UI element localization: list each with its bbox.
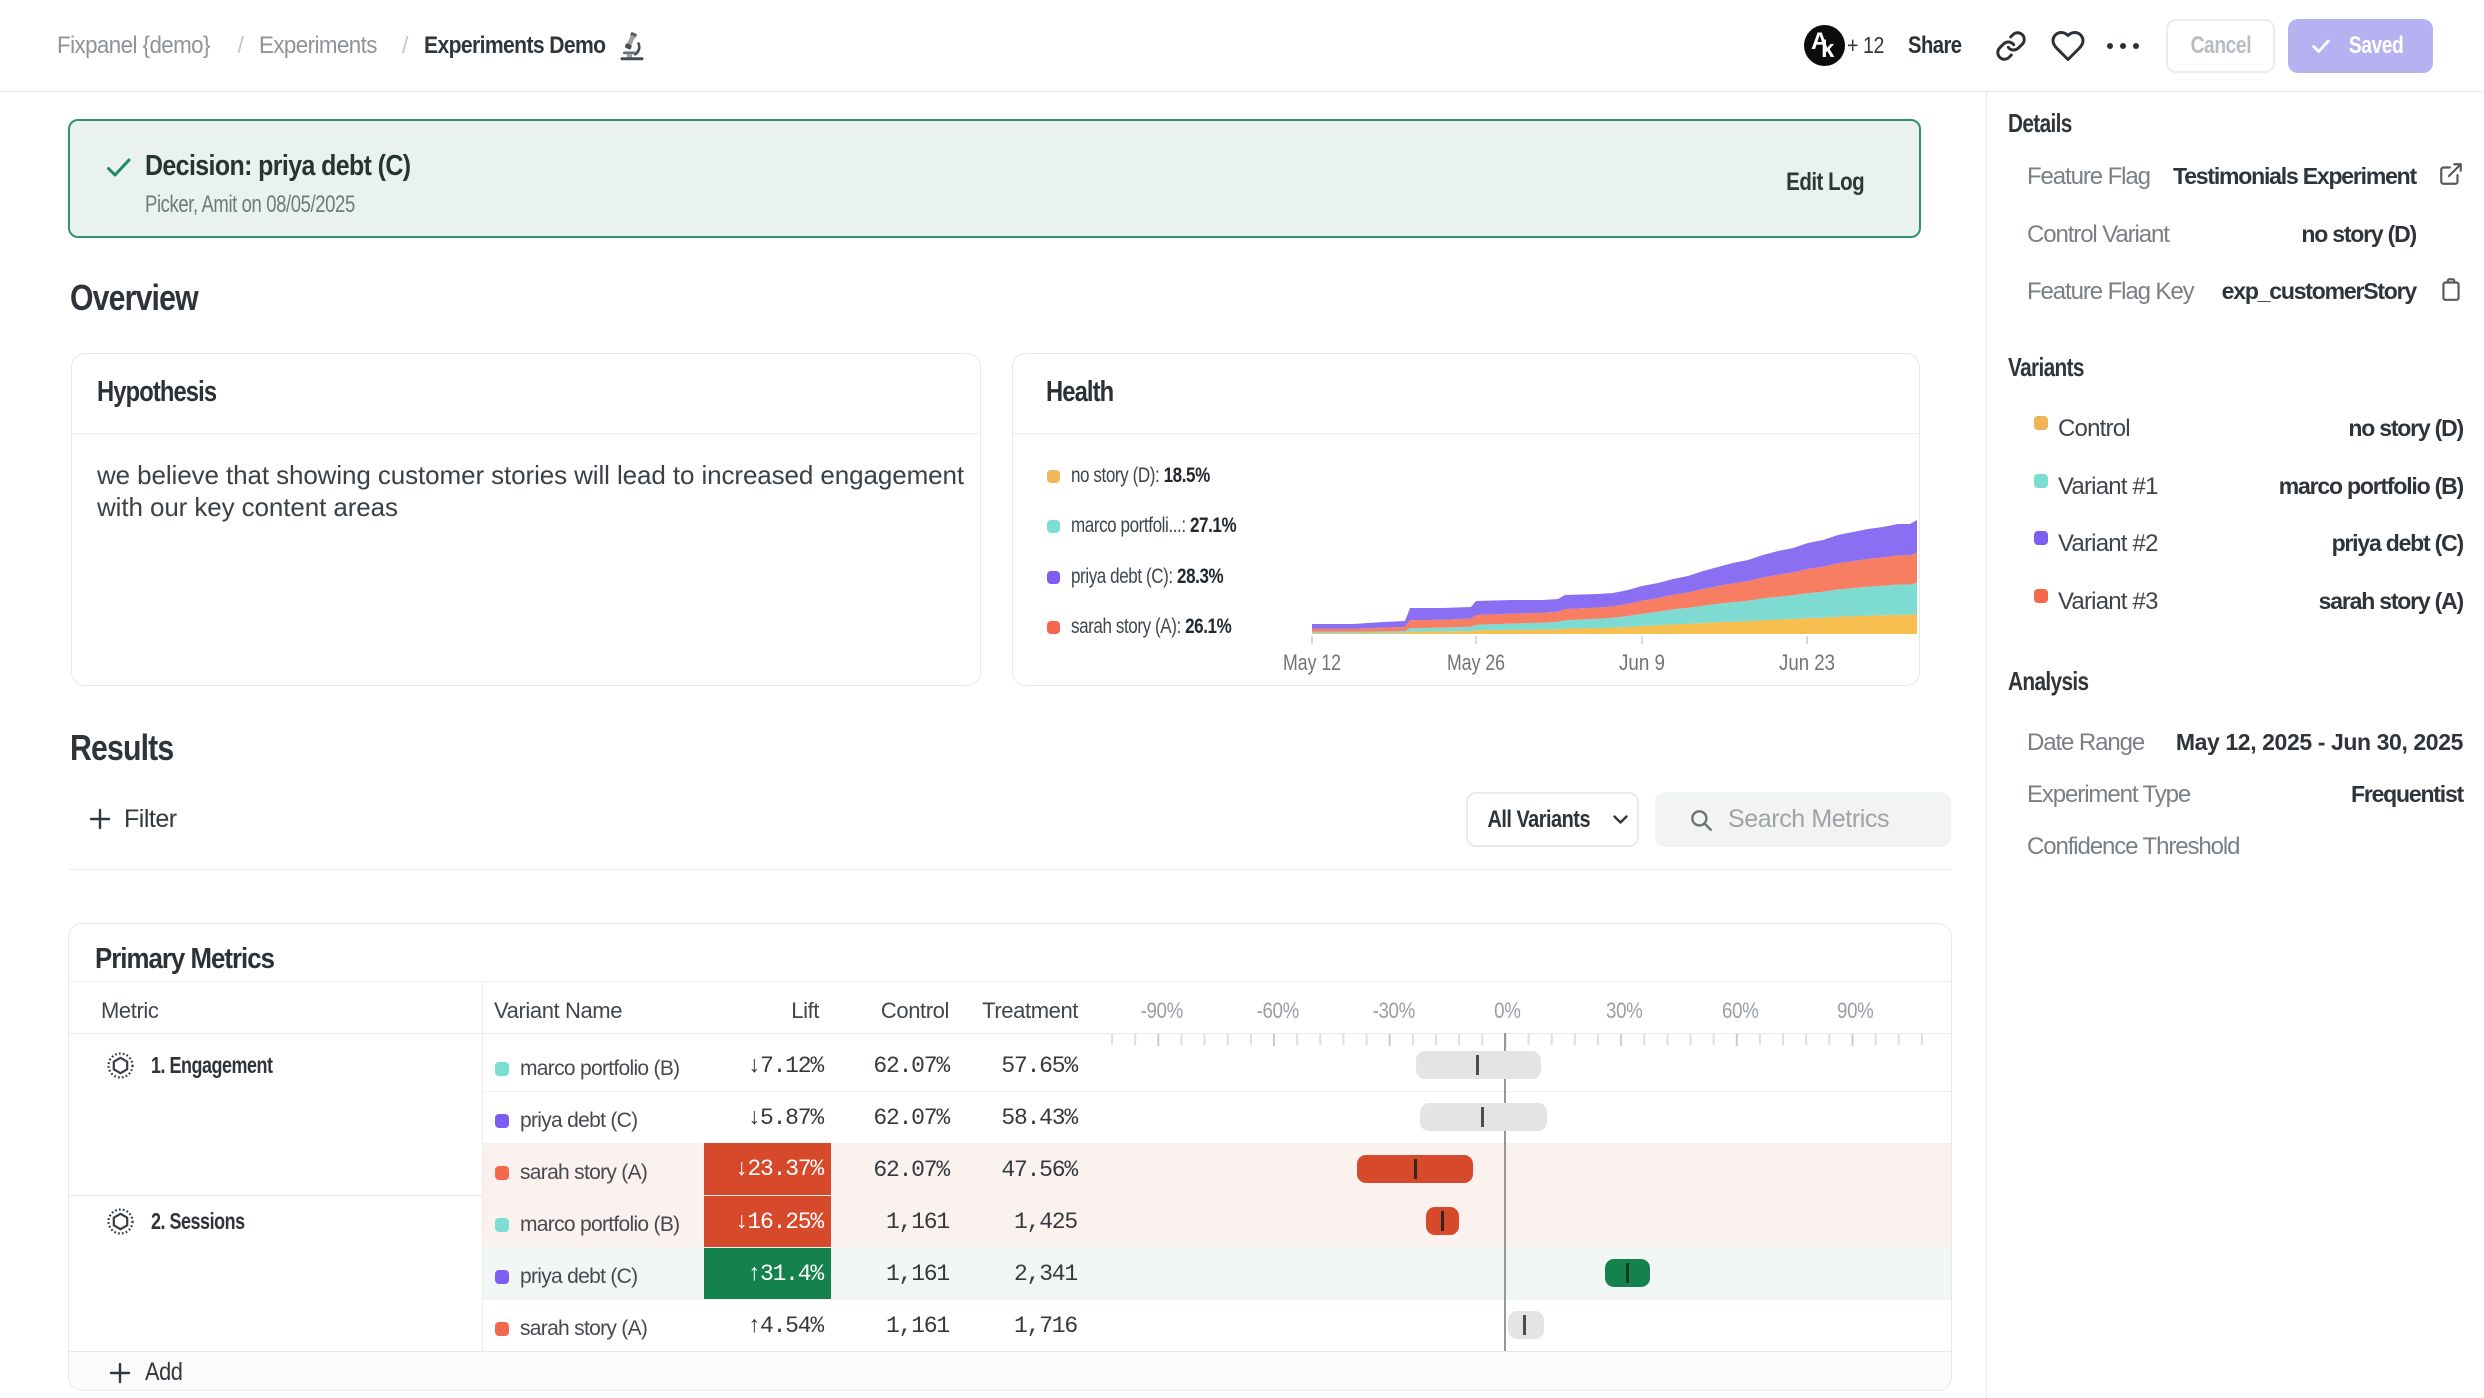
svg-text:Jun 9: Jun 9 [1619, 650, 1665, 675]
svg-text:May 12: May 12 [1283, 650, 1341, 675]
svg-text:Jun 23: Jun 23 [1779, 650, 1835, 675]
svg-text:May 26: May 26 [1447, 650, 1505, 675]
